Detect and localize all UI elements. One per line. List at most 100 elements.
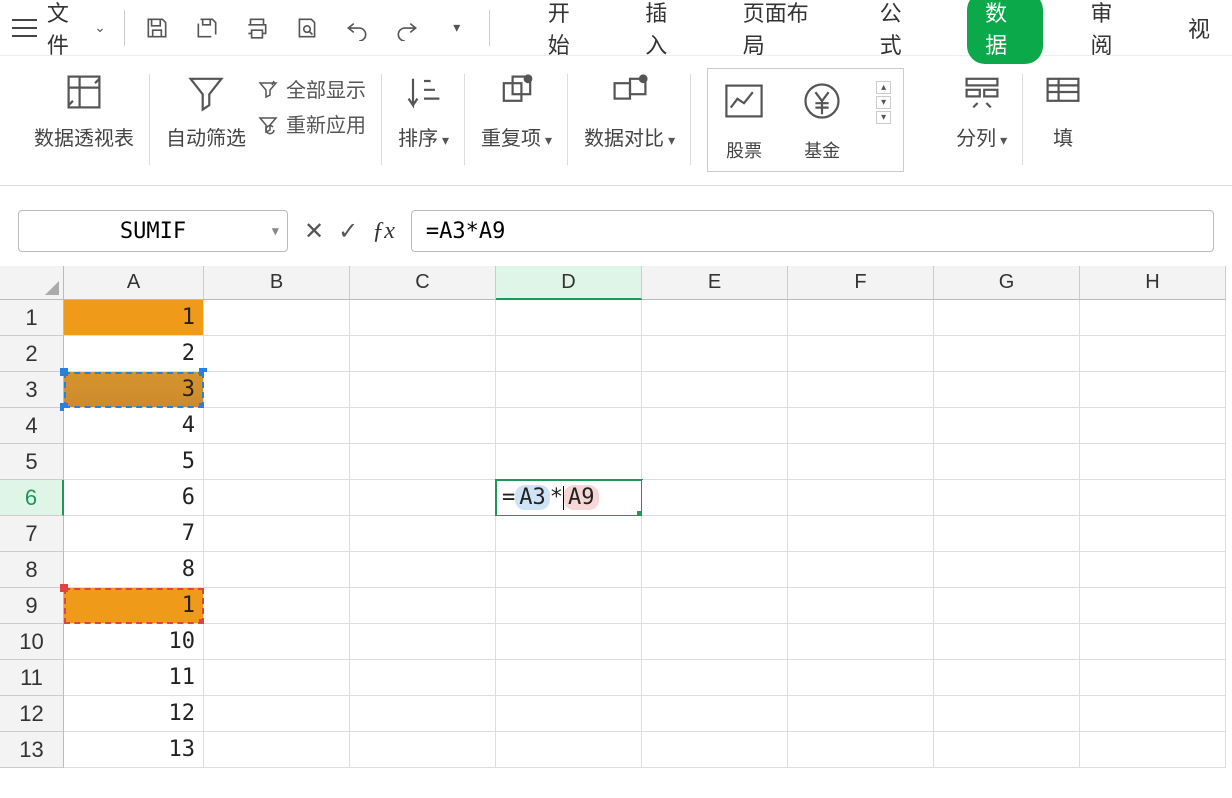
accept-formula-icon[interactable]: ✓ bbox=[338, 217, 358, 246]
cell-D3[interactable] bbox=[496, 372, 642, 408]
cell-A3[interactable]: 3 bbox=[64, 372, 204, 408]
ribbon-autofilter[interactable]: 自动筛选 bbox=[166, 68, 246, 151]
cell-H13[interactable] bbox=[1080, 732, 1226, 768]
cell-G9[interactable] bbox=[934, 588, 1080, 624]
cell-A12[interactable]: 12 bbox=[64, 696, 204, 732]
cell-H11[interactable] bbox=[1080, 660, 1226, 696]
ribbon-text-to-columns[interactable]: 分列▾ bbox=[940, 64, 1023, 185]
cell-B4[interactable] bbox=[204, 408, 350, 444]
cell-F12[interactable] bbox=[788, 696, 934, 732]
cell-F6[interactable] bbox=[788, 480, 934, 516]
ribbon-data-compare[interactable]: 数据对比▾ bbox=[568, 64, 691, 185]
more-icon[interactable]: ▾ bbox=[443, 14, 471, 42]
cell-H2[interactable] bbox=[1080, 336, 1226, 372]
row-header-4[interactable]: 4 bbox=[0, 408, 64, 444]
cell-F2[interactable] bbox=[788, 336, 934, 372]
col-header-B[interactable]: B bbox=[204, 266, 350, 300]
cell-H9[interactable] bbox=[1080, 588, 1226, 624]
tab-layout[interactable]: 页面布局 bbox=[733, 0, 832, 64]
cell-F4[interactable] bbox=[788, 408, 934, 444]
cell-F10[interactable] bbox=[788, 624, 934, 660]
tab-start[interactable]: 开始 bbox=[538, 0, 597, 64]
row-header-7[interactable]: 7 bbox=[0, 516, 64, 552]
cell-C12[interactable] bbox=[350, 696, 496, 732]
row-header-13[interactable]: 13 bbox=[0, 732, 64, 768]
cell-D5[interactable] bbox=[496, 444, 642, 480]
undo-icon[interactable] bbox=[343, 14, 371, 42]
cell-D1[interactable] bbox=[496, 300, 642, 336]
cell-C7[interactable] bbox=[350, 516, 496, 552]
cell-A11[interactable]: 11 bbox=[64, 660, 204, 696]
cell-H12[interactable] bbox=[1080, 696, 1226, 732]
tab-insert[interactable]: 插入 bbox=[635, 0, 694, 64]
cell-F5[interactable] bbox=[788, 444, 934, 480]
cell-C5[interactable] bbox=[350, 444, 496, 480]
cell-B12[interactable] bbox=[204, 696, 350, 732]
cell-D4[interactable] bbox=[496, 408, 642, 444]
cell-F3[interactable] bbox=[788, 372, 934, 408]
cell-A5[interactable]: 5 bbox=[64, 444, 204, 480]
row-header-10[interactable]: 10 bbox=[0, 624, 64, 660]
cell-H7[interactable] bbox=[1080, 516, 1226, 552]
cell-G3[interactable] bbox=[934, 372, 1080, 408]
cell-B9[interactable] bbox=[204, 588, 350, 624]
cell-A1[interactable]: 1 bbox=[64, 300, 204, 336]
cell-B11[interactable] bbox=[204, 660, 350, 696]
cell-B6[interactable] bbox=[204, 480, 350, 516]
print-preview-icon[interactable] bbox=[293, 14, 321, 42]
cell-B13[interactable] bbox=[204, 732, 350, 768]
cell-C6[interactable] bbox=[350, 480, 496, 516]
cell-E12[interactable] bbox=[642, 696, 788, 732]
tab-data[interactable]: 数据 bbox=[967, 0, 1042, 64]
row-header-9[interactable]: 9 bbox=[0, 588, 64, 624]
cell-D10[interactable] bbox=[496, 624, 642, 660]
cell-H5[interactable] bbox=[1080, 444, 1226, 480]
cell-H3[interactable] bbox=[1080, 372, 1226, 408]
cell-B7[interactable] bbox=[204, 516, 350, 552]
tab-view[interactable]: 视 bbox=[1178, 8, 1220, 48]
cell-F7[interactable] bbox=[788, 516, 934, 552]
formula-input[interactable]: =A3*A9 bbox=[411, 210, 1214, 252]
cell-D8[interactable] bbox=[496, 552, 642, 588]
row-header-12[interactable]: 12 bbox=[0, 696, 64, 732]
cell-D9[interactable] bbox=[496, 588, 642, 624]
hamburger-icon[interactable] bbox=[12, 19, 37, 37]
cell-A8[interactable]: 8 bbox=[64, 552, 204, 588]
fx-icon[interactable]: ƒx bbox=[372, 218, 395, 245]
cell-B8[interactable] bbox=[204, 552, 350, 588]
cell-G6[interactable] bbox=[934, 480, 1080, 516]
cell-F11[interactable] bbox=[788, 660, 934, 696]
cell-E6[interactable] bbox=[642, 480, 788, 516]
cell-D12[interactable] bbox=[496, 696, 642, 732]
ribbon-reapply[interactable]: 重新应用 bbox=[256, 109, 366, 138]
cell-G13[interactable] bbox=[934, 732, 1080, 768]
ribbon-duplicates[interactable]: 重复项▾ bbox=[465, 64, 568, 185]
col-header-F[interactable]: F bbox=[788, 266, 934, 300]
cell-B3[interactable] bbox=[204, 372, 350, 408]
cell-G4[interactable] bbox=[934, 408, 1080, 444]
cell-H6[interactable] bbox=[1080, 480, 1226, 516]
cell-F1[interactable] bbox=[788, 300, 934, 336]
row-header-6[interactable]: 6 bbox=[0, 480, 64, 516]
cell-G8[interactable] bbox=[934, 552, 1080, 588]
cell-A13[interactable]: 13 bbox=[64, 732, 204, 768]
save-as-icon[interactable] bbox=[193, 14, 221, 42]
ribbon-sort[interactable]: 排序▾ bbox=[382, 64, 465, 185]
cell-F13[interactable] bbox=[788, 732, 934, 768]
save-icon[interactable] bbox=[143, 14, 171, 42]
tab-formula[interactable]: 公式 bbox=[870, 0, 929, 64]
gallery-expand-icon[interactable]: ▾ bbox=[876, 111, 891, 124]
row-header-11[interactable]: 11 bbox=[0, 660, 64, 696]
print-icon[interactable] bbox=[243, 14, 271, 42]
cell-F9[interactable] bbox=[788, 588, 934, 624]
cell-G2[interactable] bbox=[934, 336, 1080, 372]
row-header-3[interactable]: 3 bbox=[0, 372, 64, 408]
file-menu[interactable]: 文件 ⌄ bbox=[47, 0, 106, 60]
cell-A9[interactable]: 1 bbox=[64, 588, 204, 624]
cell-E9[interactable] bbox=[642, 588, 788, 624]
col-header-H[interactable]: H bbox=[1080, 266, 1226, 300]
cell-C9[interactable] bbox=[350, 588, 496, 624]
row-header-2[interactable]: 2 bbox=[0, 336, 64, 372]
cell-E10[interactable] bbox=[642, 624, 788, 660]
cell-E7[interactable] bbox=[642, 516, 788, 552]
